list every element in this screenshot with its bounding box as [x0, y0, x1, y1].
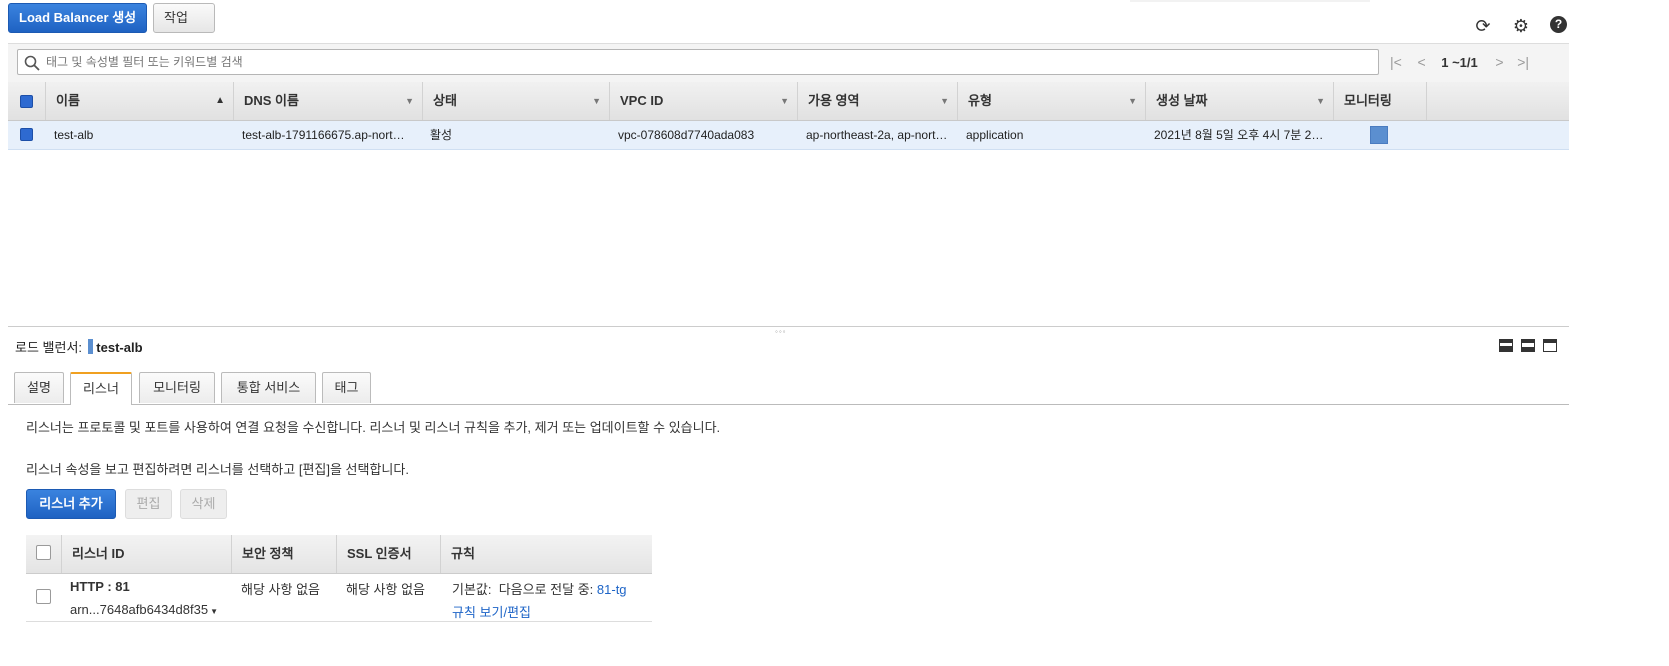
col-monitoring[interactable]: 모니터링 [1333, 82, 1426, 120]
panel-bottom-icon[interactable] [1499, 339, 1513, 352]
delete-button[interactable]: 삭제 [180, 489, 227, 519]
splitter-handle-icon[interactable]: ◦◦◦ [775, 327, 787, 336]
search-icon [24, 55, 40, 71]
table-row[interactable]: test-alb test-alb-1791166675.ap-northeas… [8, 121, 1569, 150]
sort-icon: ▼ [940, 96, 949, 106]
row-name: test-alb [54, 128, 94, 142]
listener-id: HTTP : 81 [70, 579, 130, 594]
sort-icon: ▼ [1316, 96, 1325, 106]
col-security-policy: 보안 정책 [231, 535, 336, 573]
col-divider [1426, 82, 1427, 120]
col-state-label: 상태 [433, 93, 457, 108]
row-az: ap-northeast-2a, ap-northeast-2c [806, 128, 948, 142]
col-monitoring-label: 모니터링 [1344, 93, 1392, 108]
col-az[interactable]: 가용 영역 ▼ [797, 82, 957, 120]
next-page-icon[interactable]: > [1495, 54, 1503, 70]
page-range: 1 ~1/1 [1441, 55, 1478, 70]
actions-dropdown[interactable]: 작업 ▼ [153, 3, 215, 53]
tabs-baseline [8, 404, 1569, 405]
tab-monitoring[interactable]: 모니터링 [139, 372, 215, 403]
col-vpc-label: VPC ID [620, 93, 664, 108]
col-type[interactable]: 유형 ▼ [957, 82, 1145, 120]
first-page-icon[interactable]: |< [1390, 54, 1402, 70]
col-dns[interactable]: DNS 이름 ▼ [233, 82, 422, 120]
detail-tabs: 설명 리스너 모니터링 통합 서비스 태그 [0, 372, 1669, 405]
listener-rule: 기본값: 다음으로 전달 중: 81-tg [452, 579, 627, 598]
pagination: |< < 1 ~1/1 > >| [1390, 54, 1529, 70]
grid-header: 이름 ▲ DNS 이름 ▼ 상태 ▼ VPC ID ▼ 가용 영역 ▼ 유형 ▼ 생성 날짜… [8, 82, 1569, 121]
tab-integrated-services[interactable]: 통합 서비스 [221, 372, 316, 403]
listener-policy: 해당 사항 없음 [241, 582, 320, 597]
tab-description[interactable]: 설명 [14, 372, 64, 403]
refresh-icon[interactable]: ⟳ [1472, 15, 1494, 37]
col-listener-id: 리스너 ID [61, 535, 231, 573]
sort-icon: ▼ [1128, 96, 1137, 106]
col-vpc[interactable]: VPC ID ▼ [609, 82, 797, 120]
add-listener-button[interactable]: 리스너 추가 [26, 489, 116, 519]
col-dns-label: DNS 이름 [244, 93, 299, 108]
listener-edit-hint: 리스너 속성을 보고 편집하려면 리스너를 선택하고 [편집]을 선택합니다. [26, 462, 409, 477]
monitoring-chart-icon[interactable] [1370, 126, 1388, 144]
listener-select-all-checkbox[interactable] [36, 545, 51, 560]
sort-icon: ▼ [592, 96, 601, 106]
listener-arn-text: arn...7648afb6434d8f35 [70, 602, 209, 617]
panel-half-icon[interactable] [1521, 339, 1535, 352]
actions-label: 작업 [164, 10, 188, 25]
col-rules: 규칙 [440, 535, 652, 573]
row-checkbox[interactable] [20, 128, 33, 141]
row-vpc: vpc-078608d7740ada083 [618, 128, 755, 142]
col-created[interactable]: 생성 날짜 ▼ [1145, 82, 1333, 120]
rule-prefix: 기본값: 다음으로 전달 중: [452, 582, 594, 597]
col-az-label: 가용 영역 [808, 93, 860, 108]
tab-tags[interactable]: 태그 [322, 372, 371, 403]
listener-table-header: 리스너 ID 보안 정책 SSL 인증서 규칙 [26, 535, 652, 574]
prev-page-icon[interactable]: < [1417, 54, 1425, 70]
gear-icon[interactable]: ⚙ [1510, 15, 1532, 37]
listener-arn[interactable]: arn...7648afb6434d8f35 ▼ [70, 602, 218, 617]
col-name-label: 이름 [56, 93, 80, 108]
tab-listeners[interactable]: 리스너 [70, 372, 132, 404]
edit-button[interactable]: 편집 [125, 489, 172, 519]
detail-title: 로드 밸런서: test-alb [15, 337, 143, 356]
sort-asc-icon: ▲ [215, 95, 225, 106]
create-load-balancer-button[interactable]: Load Balancer 생성 [8, 3, 148, 33]
select-all-checkbox[interactable] [20, 95, 33, 108]
search-box [17, 49, 1379, 75]
panel-full-icon[interactable] [1543, 339, 1557, 352]
view-edit-rules-link[interactable]: 규칙 보기/편집 [452, 602, 531, 621]
sort-icon: ▼ [405, 96, 414, 106]
detail-name: test-alb [96, 340, 143, 355]
listener-row[interactable]: HTTP : 81 arn...7648afb6434d8f35 ▼ 해당 사항 … [26, 574, 652, 622]
col-name[interactable]: 이름 ▲ [45, 82, 233, 120]
detail-label: 로드 밸런서: [15, 340, 83, 355]
search-bar: |< < 1 ~1/1 > >| [8, 43, 1569, 83]
col-ssl-cert: SSL 인증서 [336, 535, 440, 573]
search-input[interactable] [18, 50, 1378, 74]
pane-splitter[interactable] [8, 326, 1569, 327]
selection-marker-icon [87, 339, 93, 354]
caret-down-icon: ▼ [210, 607, 218, 616]
rule-target-link[interactable]: 81-tg [597, 582, 627, 597]
col-created-label: 생성 날짜 [1156, 93, 1208, 108]
listener-description: 리스너는 프로토콜 및 포트를 사용하여 연결 요청을 수신합니다. 리스너 및… [26, 420, 721, 435]
last-page-icon[interactable]: >| [1517, 54, 1529, 70]
help-icon[interactable]: ? [1550, 16, 1567, 33]
row-state: 활성 [430, 128, 453, 142]
sort-icon: ▼ [780, 96, 789, 106]
col-state[interactable]: 상태 ▼ [422, 82, 609, 120]
row-type: application [966, 128, 1024, 142]
top-edge-strip [1130, 0, 1370, 2]
listener-row-checkbox[interactable] [36, 589, 51, 604]
active-tab-gap [71, 403, 131, 406]
listener-cert: 해당 사항 없음 [346, 582, 425, 597]
col-type-label: 유형 [968, 93, 992, 108]
row-dns: test-alb-1791166675.ap-northeast-2.elb.a… [242, 128, 410, 142]
row-created: 2021년 8월 5일 오후 4시 7분 21초 UTC+9 [1154, 128, 1326, 142]
